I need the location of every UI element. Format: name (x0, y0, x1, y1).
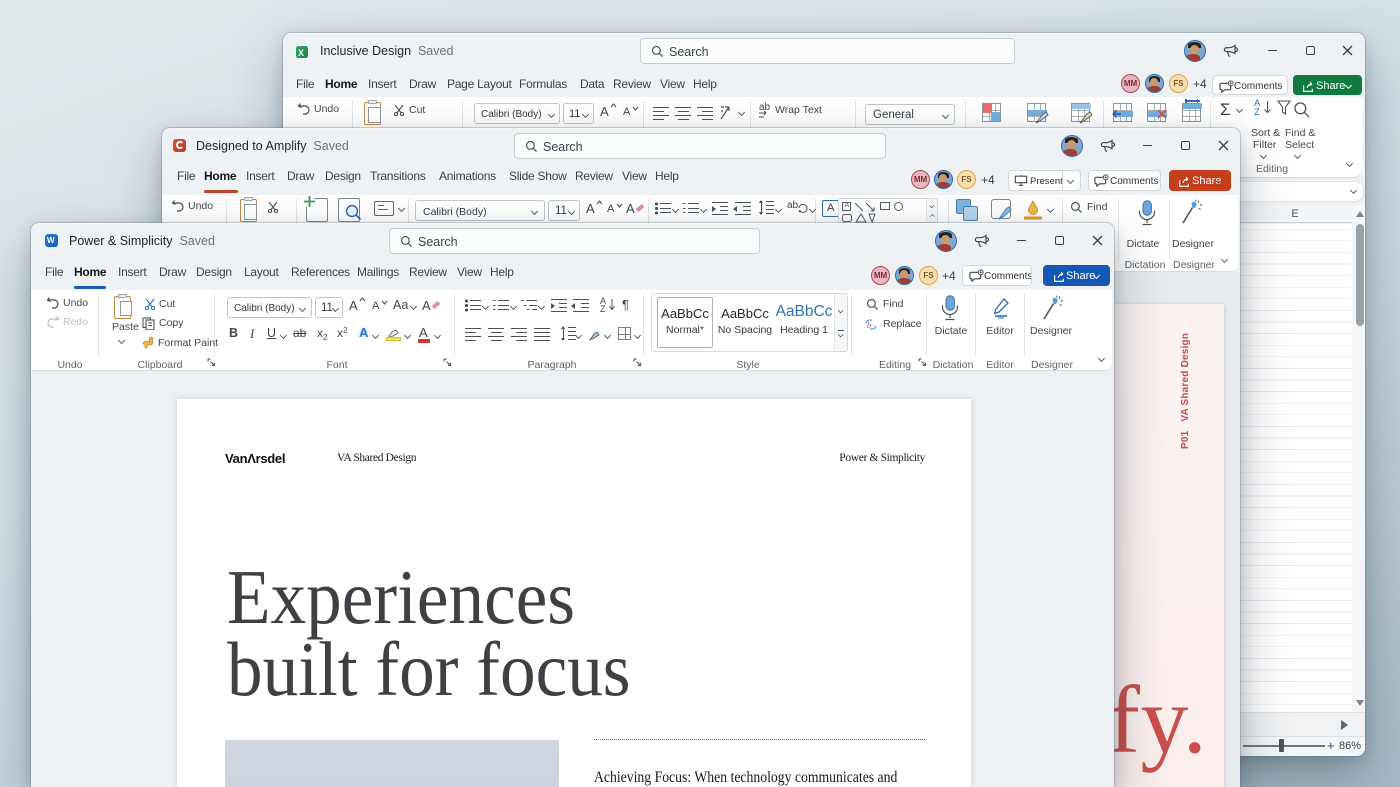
svg-text:b: b (867, 321, 871, 330)
